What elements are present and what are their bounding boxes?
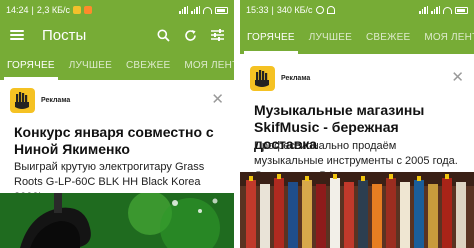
tab-fresh[interactable]: Свежее	[359, 20, 417, 54]
wifi-icon	[203, 6, 212, 14]
battery-icon	[455, 6, 468, 14]
app-bar: Посты	[0, 20, 234, 50]
ad-image[interactable]	[0, 193, 234, 248]
ad-logo	[250, 66, 275, 91]
ad-label: Реклама	[281, 75, 311, 82]
ad-image[interactable]	[240, 172, 474, 248]
guitar-shop-image	[240, 172, 474, 248]
status-bar: 14:24 | 2,3 КБ/с	[0, 0, 234, 20]
tab-fresh[interactable]: Свежее	[119, 50, 177, 80]
ad-logo	[10, 88, 35, 113]
guitar-promo-image	[0, 193, 234, 248]
feed-tabs: Горячее Лучшее Свежее Моя лента	[240, 20, 474, 54]
hand-logo-icon	[15, 92, 29, 109]
tab-hot[interactable]: Горячее	[0, 50, 62, 80]
filter-icon[interactable]	[211, 29, 224, 41]
tab-my-feed[interactable]: Моя лента	[177, 50, 234, 80]
signal-icon	[179, 6, 188, 14]
left-screen: 14:24 | 2,3 КБ/с Посты ГОРЯЧЕЕ ЛУЧШЕЕ СВ…	[0, 0, 234, 248]
hand-logo-icon	[255, 70, 269, 87]
wifi-icon	[443, 6, 452, 14]
status-speed: 340 КБ/с	[276, 5, 313, 15]
status-separator: |	[31, 5, 34, 15]
headphones-icon	[326, 6, 335, 14]
battery-icon	[215, 6, 228, 14]
ad-header: Реклама	[10, 88, 70, 113]
tab-best[interactable]: Лучшее	[62, 50, 119, 80]
status-bar: 15:33 | 340 КБ/с	[240, 0, 474, 20]
menu-icon[interactable]	[10, 30, 24, 40]
status-time: 14:24	[6, 5, 29, 15]
status-separator: |	[271, 5, 274, 15]
tab-best[interactable]: Лучшее	[302, 20, 359, 54]
feed-tabs: Горячее Лучшее Свежее Моя лента	[0, 50, 234, 80]
close-icon[interactable]: ✕	[451, 70, 464, 85]
status-time: 15:33	[246, 5, 269, 15]
signal-2-icon	[191, 6, 200, 14]
tab-hot[interactable]: Горячее	[240, 20, 302, 54]
sync-icon	[315, 6, 324, 14]
ad-header: Реклама	[250, 66, 310, 91]
ad-label: Реклама	[41, 97, 71, 104]
close-icon[interactable]: ✕	[211, 92, 224, 107]
signal-icon	[419, 6, 428, 14]
notification-icon	[73, 6, 82, 14]
app-notification-icon	[84, 6, 93, 14]
tab-my-feed[interactable]: Моя лента	[417, 20, 474, 54]
ad-headline[interactable]: Конкурс января совместно с Ниной Якименк…	[14, 124, 224, 158]
search-icon[interactable]	[157, 29, 170, 42]
page-title: Посты	[42, 26, 87, 44]
refresh-icon[interactable]	[184, 29, 197, 42]
right-screen: 15:33 | 340 КБ/с Горячее Лучшее Свежее М…	[240, 0, 474, 248]
signal-2-icon	[431, 6, 440, 14]
status-speed: 2,3 КБ/с	[36, 5, 71, 15]
